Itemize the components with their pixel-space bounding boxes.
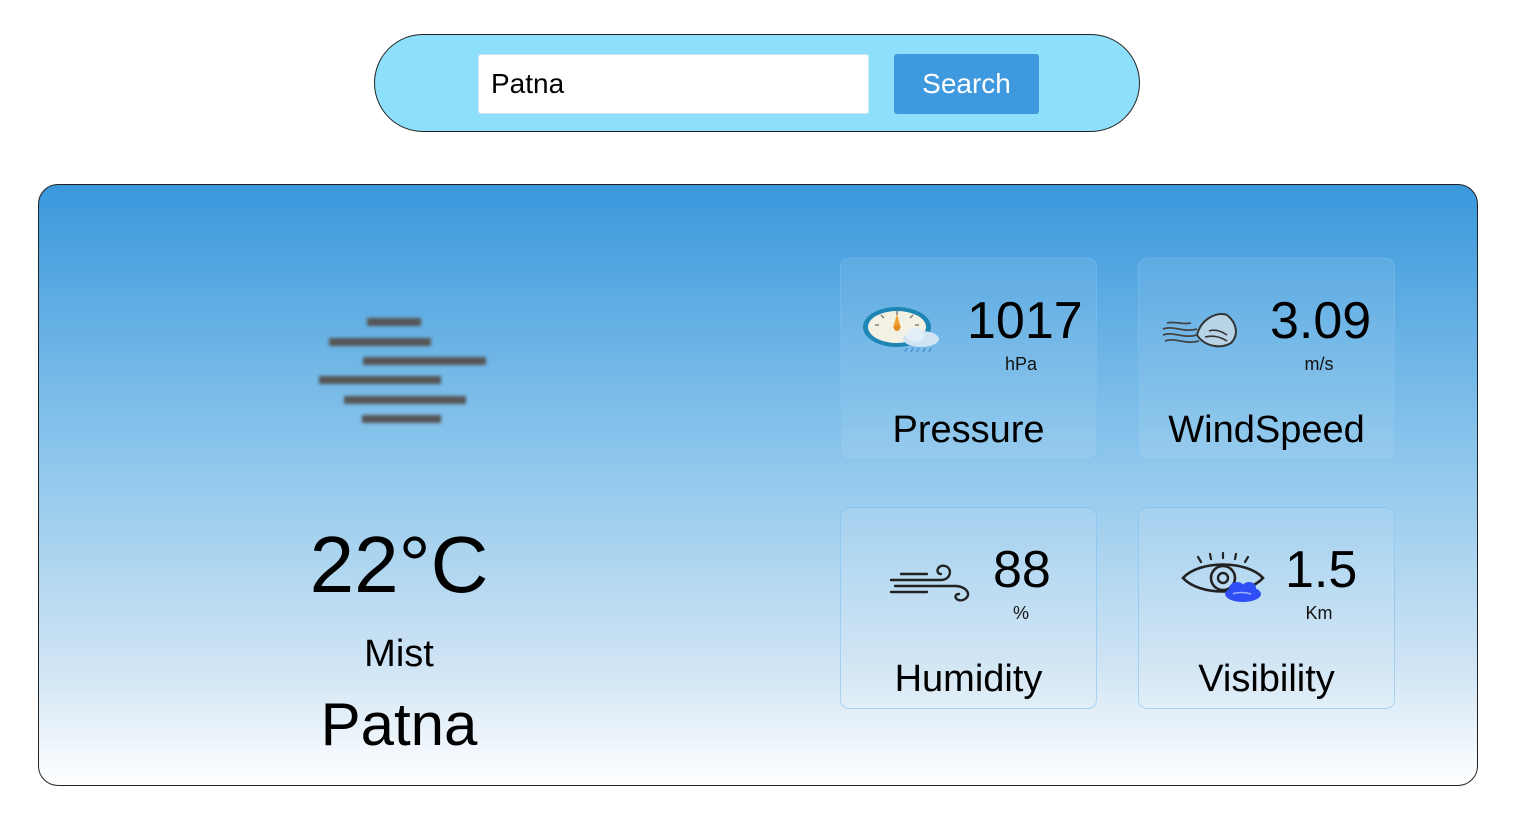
humidity-value: 88 [993, 541, 1051, 599]
pressure-unit: hPa [1004, 354, 1038, 374]
pressure-gauge-icon [863, 307, 939, 353]
search-input[interactable] [478, 54, 869, 114]
wind-icon [1162, 313, 1237, 348]
humidity-label: Humidity [894, 658, 1043, 700]
mist-icon [319, 318, 486, 423]
visibility-value: 1.5 [1285, 541, 1358, 599]
temperature: 22°C [309, 520, 489, 609]
pressure-card: 1017 hPa Pressure [840, 258, 1097, 460]
search-bar: Search [374, 34, 1140, 132]
windspeed-label: WindSpeed [1168, 409, 1365, 451]
weather-condition: Mist [364, 633, 434, 675]
humidity-unit: % [1012, 603, 1029, 623]
visibility-card: 1.5 Km Visibility [1138, 507, 1395, 709]
windspeed-unit: m/s [1304, 354, 1334, 374]
visibility-eye-icon [1181, 551, 1265, 602]
city-name: Patna [320, 691, 478, 758]
humidity-icon [889, 564, 970, 602]
visibility-label: Visibility [1198, 658, 1335, 700]
weather-card: 22°C Mist Patna 1017 hPa Pressure 3.09 m… [38, 184, 1478, 786]
humidity-card: 88 % Humidity [840, 507, 1097, 709]
pressure-label: Pressure [892, 409, 1045, 451]
search-button[interactable]: Search [894, 54, 1039, 114]
windspeed-card: 3.09 m/s WindSpeed [1138, 258, 1395, 460]
visibility-unit: Km [1305, 603, 1333, 623]
pressure-value: 1017 [967, 292, 1083, 350]
windspeed-value: 3.09 [1270, 292, 1372, 350]
